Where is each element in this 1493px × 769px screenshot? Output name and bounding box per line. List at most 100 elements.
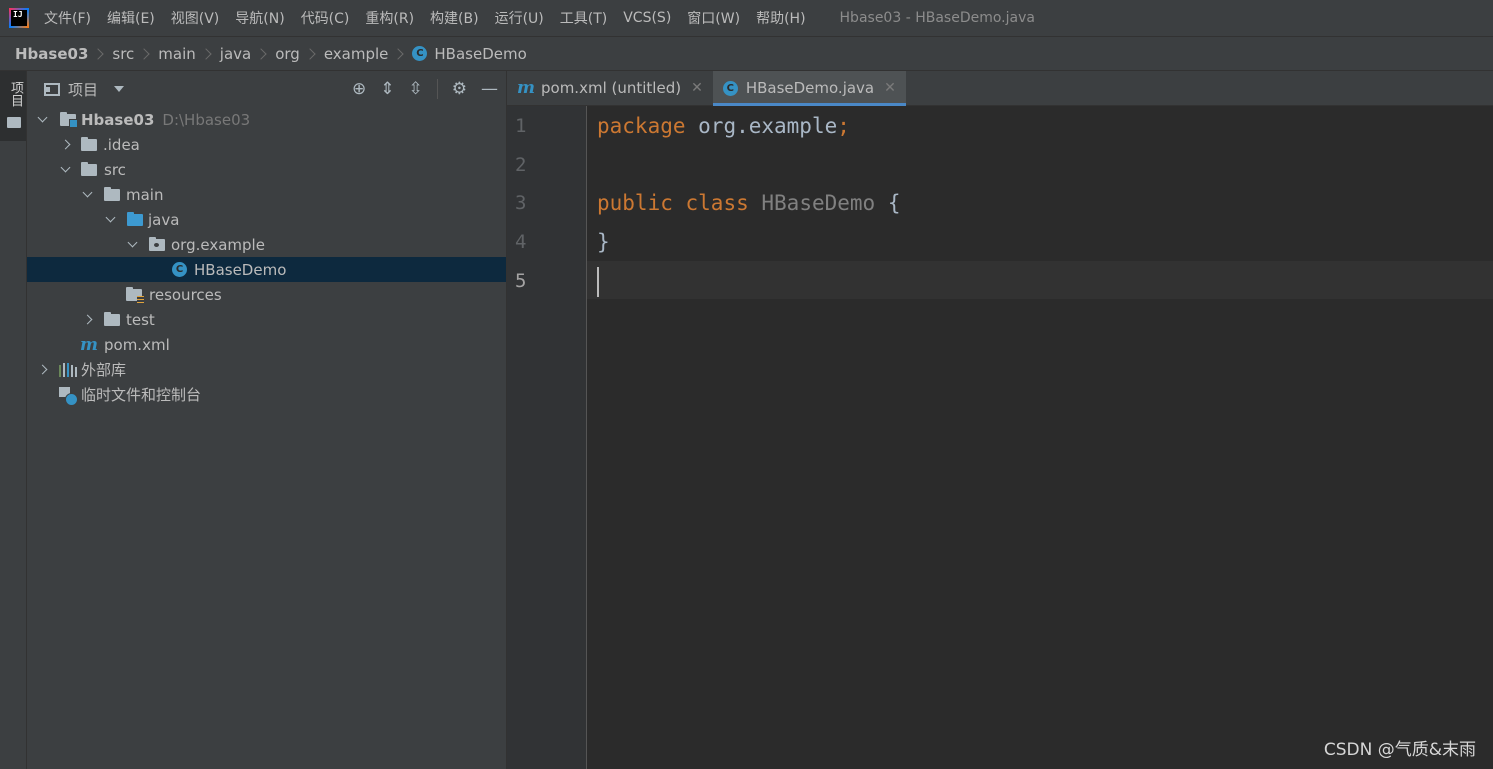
breadcrumb-item-main[interactable]: main [158,45,195,63]
chevron-down-icon[interactable] [58,162,72,177]
java-class-icon: C [412,46,428,61]
code-editor[interactable]: package org.example; public class HBaseD… [587,106,1493,769]
open-brace: { [887,191,901,215]
tree-item-resources[interactable]: resources [27,282,506,307]
breadcrumb-item-java[interactable]: java [220,45,251,63]
tab-label: pom.xml (untitled) [541,79,682,97]
window-title: Hbase03 - HBaseDemo.java [839,10,1035,26]
menu-file[interactable]: 文件(F) [36,8,99,28]
project-tool-window-button[interactable]: 项目 [0,71,26,141]
tab-pom-xml[interactable]: m pom.xml (untitled) ✕ [507,71,713,105]
tree-item-label: 临时文件和控制台 [81,386,202,404]
tab-hbasedemo-java[interactable]: C HBaseDemo.java ✕ [712,71,906,106]
tree-item-package[interactable]: org.example [27,232,506,257]
tree-item-label: java [148,210,180,229]
source-folder-icon [127,211,143,226]
code-line-4[interactable]: } [597,223,610,261]
menu-vcs[interactable]: VCS(S) [615,10,679,26]
class-name: HBaseDemo [761,191,876,215]
menu-refactor[interactable]: 重构(R) [357,8,422,28]
project-path: D:\Hbase03 [162,110,251,129]
line-number: 4 [515,231,527,253]
menu-window[interactable]: 窗口(W) [679,8,748,28]
code-line-3[interactable]: public class HBaseDemo { [597,184,901,222]
hide-panel-icon[interactable]: — [481,79,498,99]
code-line-1[interactable]: package org.example; [597,107,850,145]
menu-build[interactable]: 构建(B) [422,8,487,28]
tree-item-label: HBaseDemo [194,260,287,279]
menu-code[interactable]: 代码(C) [293,8,358,28]
menu-navigate[interactable]: 导航(N) [227,8,292,28]
editor-area: m pom.xml (untitled) ✕ C HBaseDemo.java … [507,71,1493,769]
breadcrumb-item-org[interactable]: org [275,45,300,63]
watermark: CSDN @气质&末雨 [1323,740,1476,760]
chevron-down-icon[interactable] [125,237,139,252]
menu-run[interactable]: 运行(U) [487,8,552,28]
java-class-icon: C [722,80,738,96]
line-number-gutter: 1 2 3 4 5 [507,106,587,769]
chevron-right-icon[interactable] [58,138,72,152]
project-panel-title[interactable]: 项目 [68,79,98,100]
project-tree: Hbase03 D:\Hbase03 .idea src main java o… [27,107,506,407]
project-panel-header: 项目 ⊕ ⇕ ⇳ ⚙ — [27,71,506,107]
keyword-class: class [685,191,749,215]
tree-item-external-libraries[interactable]: 外部库 [27,357,506,382]
line-number: 2 [515,154,527,176]
code-line-5[interactable] [597,262,599,300]
close-icon[interactable]: ✕ [691,80,703,96]
tree-item-main[interactable]: main [27,182,506,207]
breadcrumb-item-example[interactable]: example [324,45,389,63]
menu-bar: IJ 文件(F) 编辑(E) 视图(V) 导航(N) 代码(C) 重构(R) 构… [0,0,1493,36]
tree-item-java[interactable]: java [27,207,506,232]
tree-item-label: main [126,185,164,204]
menu-view[interactable]: 视图(V) [163,8,228,28]
chevron-down-icon[interactable] [80,187,94,202]
folder-icon [81,136,97,151]
tree-item-scratches[interactable]: 临时文件和控制台 [27,382,506,407]
folder-icon [7,117,21,128]
expand-all-icon[interactable]: ⇕ [380,79,394,99]
java-class-icon: C [172,262,187,277]
tab-label: HBaseDemo.java [745,79,875,97]
chevron-right-icon [392,47,405,60]
chevron-right-icon [255,47,267,60]
close-icon[interactable]: ✕ [884,80,896,96]
gear-icon[interactable]: ⚙ [452,79,467,99]
tree-item-label: pom.xml [104,335,170,354]
chevron-right-icon[interactable] [80,313,94,327]
tree-item-project-root[interactable]: Hbase03 D:\Hbase03 [27,107,506,132]
tree-item-class[interactable]: C HBaseDemo [27,257,506,282]
line-number: 1 [515,115,527,137]
resources-folder-icon [126,286,144,304]
breadcrumb-item-project[interactable]: Hbase03 [15,45,88,63]
toolbar-divider [436,79,438,99]
tree-item-label: org.example [171,235,265,254]
folder-icon [81,161,97,176]
collapse-all-icon[interactable]: ⇳ [409,79,423,99]
menu-edit[interactable]: 编辑(E) [99,8,163,28]
dropdown-arrow-icon[interactable] [114,86,125,92]
chevron-down-icon[interactable] [103,212,117,227]
chevron-right-icon [304,47,316,60]
tree-item-label: .idea [103,135,140,154]
tree-item-pom[interactable]: m pom.xml [27,332,506,357]
chevron-right-icon [200,47,212,60]
project-tool-window-label: 项目 [8,81,23,107]
locate-file-icon[interactable]: ⊕ [352,79,366,99]
chevron-down-icon[interactable] [35,112,49,127]
menu-tools[interactable]: 工具(T) [552,8,615,28]
menu-help[interactable]: 帮助(H) [748,8,813,28]
scratches-icon [59,386,78,406]
breadcrumb-item-class[interactable]: HBaseDemo [434,45,526,63]
tree-item-src[interactable]: src [27,157,506,182]
chevron-right-icon [138,47,150,60]
maven-icon: m [80,334,98,355]
maven-icon: m [517,78,535,98]
package-name: org.example [685,114,838,138]
breadcrumb-item-src[interactable]: src [112,45,134,63]
tree-item-test[interactable]: test [27,307,506,332]
chevron-right-icon[interactable] [35,363,49,377]
folder-icon [104,311,120,326]
package-icon [149,236,165,251]
tree-item-idea[interactable]: .idea [27,132,506,157]
